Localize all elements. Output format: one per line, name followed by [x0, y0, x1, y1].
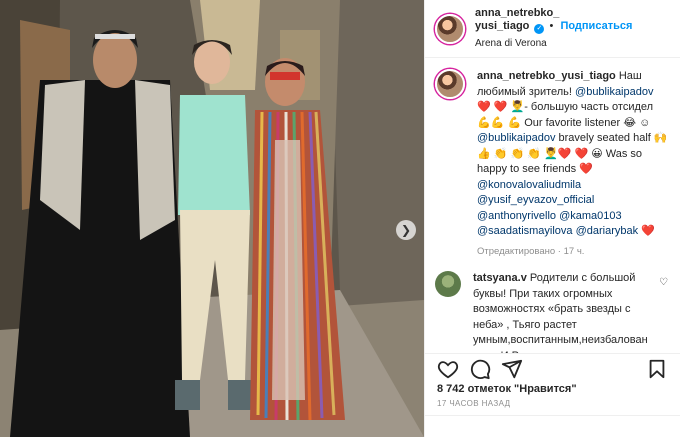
post-header: anna_netrebko_ yusi_tiago ✓ • Подписатьс…: [425, 0, 680, 58]
commenter-username[interactable]: tatsyana.v: [473, 272, 527, 284]
post-time[interactable]: 17 ЧАСОВ НАЗАД: [437, 399, 510, 408]
dot-separator: •: [549, 20, 554, 32]
mention-link[interactable]: @anthonyrivello: [477, 210, 556, 222]
mention-link[interactable]: @bublikaipadov: [477, 132, 555, 144]
photo-scene: [0, 0, 424, 437]
comment-like-heart-icon[interactable]: ♡: [659, 277, 668, 288]
comment-item: tatsyana.v Родители с большой буквы! При…: [435, 271, 670, 353]
next-photo-button[interactable]: ❯: [396, 220, 416, 240]
heart-icon[interactable]: [437, 358, 459, 380]
caption-text: anna_netrebko_yusi_tiago Наш любимый зри…: [477, 69, 669, 259]
mention-link[interactable]: @saadatismayilova: [477, 225, 573, 237]
share-icon[interactable]: [501, 358, 523, 380]
post-side-panel: anna_netrebko_ yusi_tiago ✓ • Подписатьс…: [424, 0, 680, 437]
mention-link[interactable]: @bublikaipadov: [575, 86, 653, 98]
caption-username[interactable]: anna_netrebko_yusi_tiago: [477, 70, 616, 82]
comment-content: Родители с большой буквы! При таких огро…: [473, 272, 648, 353]
divider: [425, 415, 680, 416]
chevron-right-icon: ❯: [400, 223, 412, 237]
author-username-line1[interactable]: anna_netrebko_: [475, 7, 559, 19]
mention-link[interactable]: @konovalovaliudmila: [477, 179, 581, 191]
mention-link[interactable]: @kama0103: [559, 210, 622, 222]
bookmark-icon[interactable]: [646, 358, 668, 380]
mention-link[interactable]: @yusif_eyvazov_official: [477, 194, 594, 206]
follow-button[interactable]: Подписаться: [560, 20, 632, 32]
author-username-line2[interactable]: yusi_tiago: [475, 20, 529, 32]
caption-text-2: ❤️ ❤️ 💆‍♂️- большую часть отсидел 💪💪 💪 O…: [477, 101, 654, 129]
post-location[interactable]: Arena di Verona: [475, 37, 632, 50]
comments-list[interactable]: anna_netrebko_yusi_tiago Наш любимый зри…: [425, 59, 680, 353]
commenter-avatar[interactable]: [435, 271, 461, 297]
mention-link[interactable]: @dariarybak: [576, 225, 639, 237]
caption: anna_netrebko_yusi_tiago Наш любимый зри…: [435, 69, 670, 259]
post-photo[interactable]: ❯: [0, 0, 424, 437]
instagram-post-view: ❯ anna_netrebko_ yusi_tiago ✓ • Подписат…: [0, 0, 680, 437]
comment-text: tatsyana.v Родители с большой буквы! При…: [473, 271, 663, 353]
action-bar: [425, 353, 680, 383]
caption-edited-time: Отредактировано · 17 ч.: [477, 245, 585, 257]
author-avatar[interactable]: [435, 13, 465, 44]
likes-count[interactable]: 8 742 отметок "Нравится": [437, 383, 577, 395]
verified-badge-icon: ✓: [534, 24, 545, 34]
heart-emoji: ❤️: [641, 225, 655, 237]
comment-icon[interactable]: [469, 358, 491, 380]
author-meta: anna_netrebko_ yusi_tiago ✓ • Подписатьс…: [475, 7, 632, 50]
caption-avatar[interactable]: [435, 69, 465, 99]
